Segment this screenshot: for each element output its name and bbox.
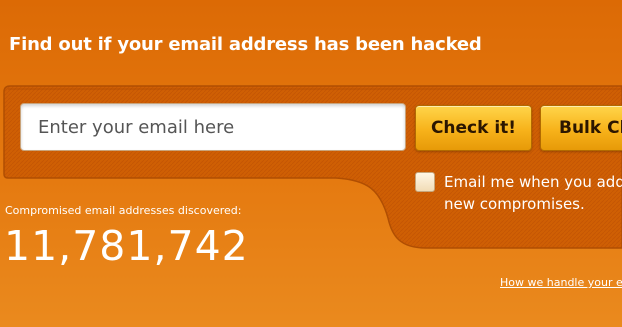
bulk-check-button[interactable]: Bulk Check	[540, 105, 622, 151]
stats-label: Compromised email addresses discovered:	[5, 204, 242, 217]
email-input[interactable]	[20, 103, 406, 151]
compromised-count: 11,781,742	[4, 222, 249, 270]
check-button[interactable]: Check it!	[415, 105, 532, 151]
notify-checkbox[interactable]	[415, 172, 435, 192]
email-policy-link[interactable]: How we handle your email	[500, 276, 622, 289]
notify-label: Email me when you add new compromises.	[444, 173, 622, 213]
